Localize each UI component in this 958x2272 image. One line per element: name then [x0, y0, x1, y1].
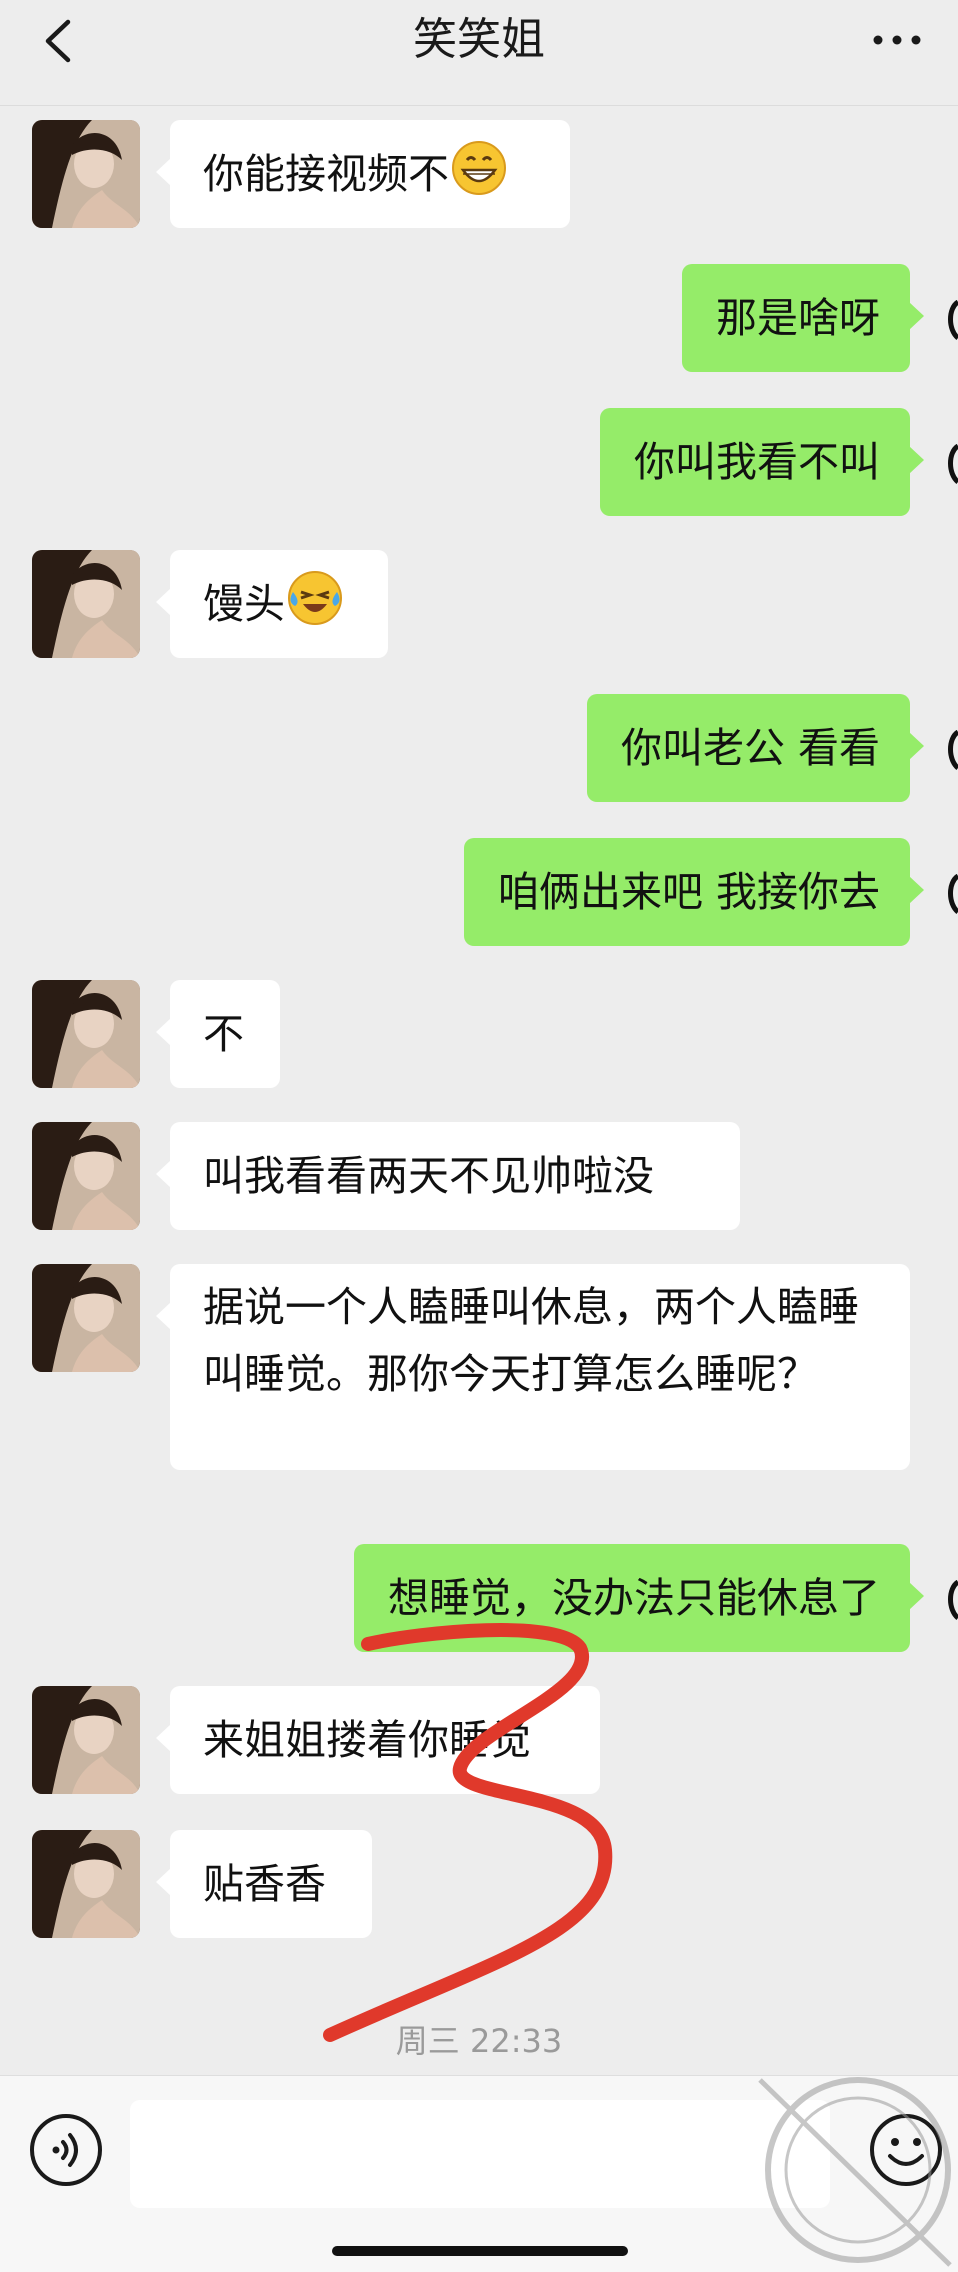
message-text: 馒头 [203, 580, 285, 628]
message-bubble-outgoing[interactable]: 那是啥呀 [682, 264, 924, 372]
edge-mark [948, 874, 958, 914]
message-text: 你叫我看不叫 [634, 438, 880, 486]
message-bubble-incoming[interactable]: 来姐姐搂着你睡觉 [156, 1686, 600, 1794]
message-text: 叫我看看两天不见帅啦没 [203, 1152, 654, 1200]
avatar[interactable] [32, 120, 140, 228]
avatar[interactable] [32, 980, 140, 1088]
message-input[interactable] [130, 2100, 830, 2208]
message-text: 咱俩出来吧 我接你去 [497, 868, 880, 916]
edge-mark [948, 444, 958, 484]
message-bubble-outgoing[interactable]: 想睡觉，没办法只能休息了 [354, 1544, 924, 1652]
edge-mark [948, 300, 958, 340]
avatar-photo [32, 1264, 140, 1372]
message-bubble-incoming[interactable]: 不 [156, 980, 280, 1088]
message-bubble-incoming[interactable]: 馒头 [156, 550, 388, 658]
message-text: 来姐姐搂着你睡觉 [203, 1716, 531, 1764]
avatar[interactable] [32, 1122, 140, 1230]
message-bubble-outgoing[interactable]: 你叫我看不叫 [600, 408, 924, 516]
message-text: 不 [203, 1010, 244, 1058]
watermark-stamp [758, 2077, 952, 2267]
voice-icon[interactable] [28, 2112, 104, 2188]
message-text: 想睡觉，没办法只能休息了 [388, 1574, 880, 1622]
avatar-photo [32, 1830, 140, 1938]
avatar[interactable] [32, 1264, 140, 1372]
message-bubble-incoming[interactable]: 贴香香 [156, 1830, 372, 1938]
avatar-photo [32, 980, 140, 1088]
home-indicator [332, 2246, 628, 2256]
message-bubble-incoming[interactable]: 叫我看看两天不见帅啦没 [156, 1122, 740, 1230]
avatar[interactable] [32, 550, 140, 658]
message-bubble-incoming[interactable]: 你能接视频不 [156, 120, 570, 228]
crying-laughing-face-icon [288, 571, 342, 625]
avatar-photo [32, 550, 140, 658]
message-list[interactable]: 你能接视频不 那是啥呀 你叫我看不叫 馒头 你叫老公 看看 咱俩出来吧 我接你去 [0, 0, 958, 2070]
avatar[interactable] [32, 1686, 140, 1794]
edge-mark [948, 730, 958, 770]
message-text: 你叫老公 看看 [620, 724, 880, 772]
message-bubble-outgoing[interactable]: 你叫老公 看看 [586, 694, 925, 802]
message-text: 贴香香 [203, 1860, 326, 1908]
message-timestamp: 周三 22:33 [395, 2022, 563, 2060]
grinning-face-icon [452, 141, 506, 195]
message-text: 你能接视频不 [203, 150, 449, 198]
avatar[interactable] [32, 1830, 140, 1938]
message-text: 那是啥呀 [716, 294, 880, 342]
avatar-photo [32, 120, 140, 228]
avatar-photo [32, 1686, 140, 1794]
edge-mark [948, 1580, 958, 1620]
message-bubble-incoming[interactable]: 据说一个人瞌睡叫休息，两个人瞌睡叫睡觉。那你今天打算怎么睡呢？ [156, 1264, 910, 1470]
message-bubble-outgoing[interactable]: 咱俩出来吧 我接你去 [463, 838, 925, 946]
avatar-photo [32, 1122, 140, 1230]
message-text: 据说一个人瞌睡叫休息，两个人瞌睡叫睡觉。那你今天打算怎么睡呢？ [203, 1283, 859, 1398]
